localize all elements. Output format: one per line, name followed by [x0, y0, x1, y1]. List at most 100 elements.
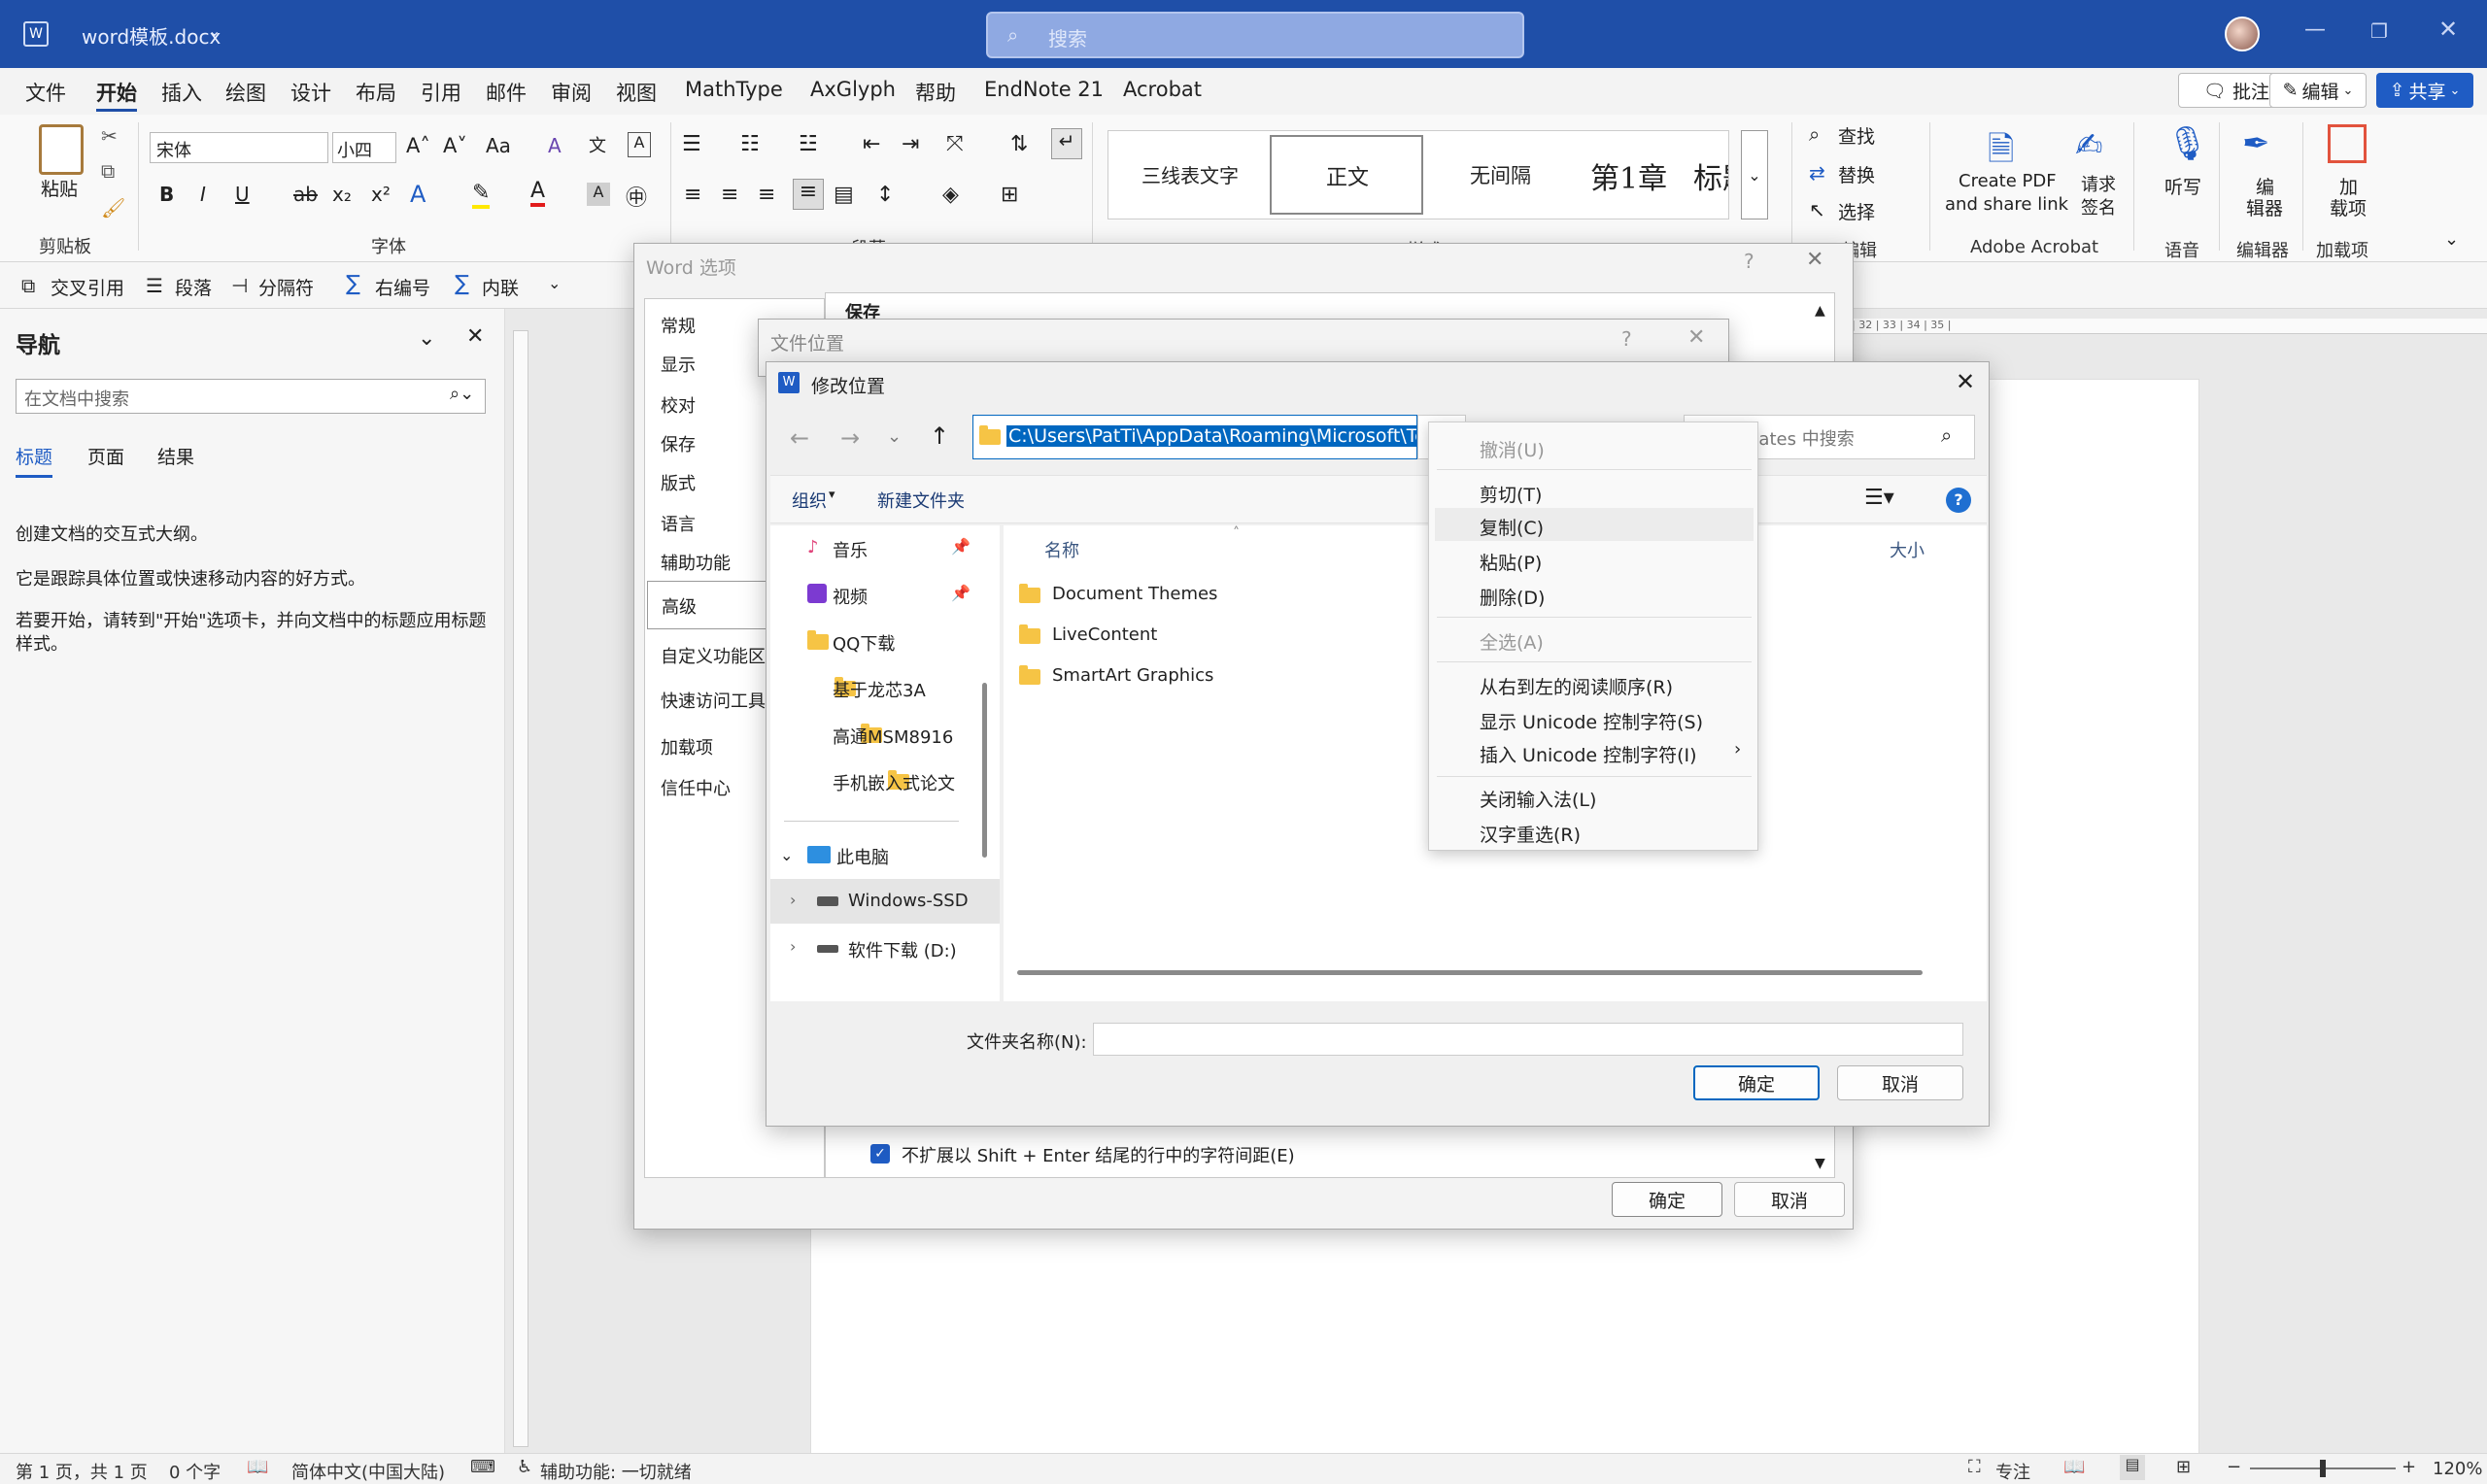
tree-item-qq[interactable]: QQ下载 [833, 630, 895, 656]
tree-item-loongson[interactable]: 基于龙芯3A [833, 677, 926, 702]
paste-button[interactable]: 粘贴 [41, 175, 78, 201]
tab-insert[interactable]: 插入 [161, 78, 202, 107]
tree-item-this-pc[interactable]: 此电脑 [836, 844, 889, 869]
format-painter-icon[interactable]: 🖌 [101, 196, 125, 219]
replace-button[interactable]: 替换 [1838, 161, 1875, 187]
line-spacing-icon[interactable]: ↕ [876, 183, 894, 207]
help-icon[interactable]: ? [1621, 327, 1632, 351]
tab-design[interactable]: 设计 [290, 78, 331, 107]
zoom-out-icon[interactable]: − [2227, 1457, 2241, 1477]
enclosed-char-icon[interactable]: ㊥ [626, 181, 647, 212]
menu-item-select-all[interactable]: 全选(A) [1480, 628, 1544, 655]
create-pdf-label[interactable]: Create PDF [1959, 171, 2057, 191]
break-button[interactable]: 分隔符 [258, 274, 314, 300]
menu-item-undo[interactable]: 撤消(U) [1480, 436, 1545, 462]
replace-icon[interactable]: ⇄ [1809, 161, 1825, 185]
distributed-icon[interactable]: ▤ [834, 183, 854, 207]
modify-cancel-button[interactable]: 取消 [1837, 1065, 1963, 1100]
nav-tab-results[interactable]: 结果 [157, 443, 194, 469]
sidebar-item-language[interactable]: 语言 [661, 511, 696, 536]
underline-icon[interactable]: U [235, 183, 250, 206]
page-count[interactable]: 第 1 页，共 1 页 [16, 1459, 148, 1484]
zoom-in-icon[interactable]: + [2402, 1457, 2416, 1477]
find-icon[interactable]: ⌕ [1809, 122, 1820, 146]
nav-search-input[interactable]: 在文档中搜索 ⌕⌄ [16, 379, 486, 414]
folder-name-input[interactable] [1093, 1023, 1963, 1056]
new-folder-button[interactable]: 新建文件夹 [877, 488, 965, 513]
document-name[interactable]: word模板.docx [82, 21, 221, 50]
font-name-select[interactable]: 宋体 [150, 132, 328, 163]
bold-icon[interactable]: B [159, 183, 174, 206]
clear-format-icon[interactable]: A [548, 134, 562, 157]
superscript-icon[interactable]: x² [371, 183, 391, 206]
ime-icon[interactable]: ⌨ [470, 1457, 495, 1477]
dictate-label[interactable]: 听写 [2164, 173, 2201, 199]
word-count[interactable]: 0 个字 [169, 1459, 221, 1484]
text-effects-icon[interactable]: A [410, 181, 426, 208]
restore-icon[interactable]: ❐ [2370, 19, 2388, 43]
menu-item-paste[interactable]: 粘贴(P) [1480, 549, 1542, 575]
tree-item-msm[interactable]: 高通MSM8916 [833, 724, 953, 749]
borders-icon[interactable]: ⊞ [1001, 183, 1018, 207]
tab-acrobat[interactable]: Acrobat [1123, 78, 1202, 101]
collapse-ribbon-icon[interactable]: ⌄ [2444, 229, 2459, 250]
chevron-down-icon[interactable]: ⌄ [780, 846, 793, 864]
tab-layout[interactable]: 布局 [356, 78, 396, 107]
tab-mailings[interactable]: 邮件 [486, 78, 527, 107]
decrease-indent-icon[interactable]: ⇤ [863, 132, 880, 156]
nav-tab-headings[interactable]: 标题 [16, 443, 53, 478]
numbering-icon[interactable]: ☷ [740, 132, 760, 156]
forward-icon[interactable]: → [840, 424, 860, 452]
paragraph-icon[interactable]: ☰ [146, 274, 163, 297]
subscript-icon[interactable]: x₂ [332, 183, 352, 206]
chevron-down-icon[interactable]: ⌄ [208, 21, 221, 40]
minimize-icon[interactable]: — [2304, 17, 2326, 42]
menu-item-delete[interactable]: 删除(D) [1480, 584, 1545, 610]
style-chapter[interactable]: 第1章 [1590, 154, 1667, 197]
editor-label-2[interactable]: 辑器 [2246, 194, 2283, 220]
addins-icon[interactable] [2328, 124, 2367, 163]
change-case-icon[interactable]: Aa [486, 134, 511, 157]
copy-icon[interactable]: ⧉ [101, 159, 115, 183]
cross-ref-button[interactable]: 交叉引用 [51, 274, 124, 300]
menu-item-insert-unicode[interactable]: 插入 Unicode 控制字符(I) [1480, 741, 1697, 767]
share-button[interactable]: ⇪ 共享 ⌄ [2376, 73, 2473, 108]
shading-icon[interactable]: ◈ [942, 183, 959, 207]
print-layout-icon[interactable]: ▤ [2120, 1455, 2145, 1480]
style-normal[interactable]: 正文 [1270, 135, 1423, 215]
list-item[interactable]: Document Themes [1019, 578, 1408, 613]
sidebar-item-general[interactable]: 常规 [661, 313, 696, 338]
column-header-size[interactable]: 大小 [1890, 537, 1925, 562]
focus-mode[interactable]: 专注 [1995, 1459, 2030, 1484]
shrink-font-icon[interactable]: A˅ [443, 134, 467, 157]
strikethrough-icon[interactable]: ab [293, 183, 318, 206]
menu-item-copy[interactable]: 复制(C) [1435, 508, 1754, 541]
chinese-layout-icon[interactable]: ⤧ [946, 132, 964, 156]
zoom-slider[interactable] [2250, 1460, 2396, 1477]
break-icon[interactable]: ⊣ [231, 274, 248, 297]
tree-item-d-drive[interactable]: 软件下载 (D:) [848, 937, 957, 962]
tab-home[interactable]: 开始 [96, 78, 137, 112]
chevron-right-icon[interactable]: › [790, 937, 796, 956]
help-icon[interactable]: ? [1946, 488, 1971, 513]
highlight-icon[interactable]: ✎ [472, 181, 491, 209]
scroll-up-icon[interactable]: ▲ [1815, 303, 1825, 319]
close-icon[interactable]: ✕ [2438, 16, 2458, 43]
zoom-level[interactable]: 120% [2433, 1459, 2482, 1479]
inline-equation-icon[interactable]: ∑ [455, 272, 469, 296]
sidebar-item-typography[interactable]: 版式 [661, 470, 696, 495]
pin-icon[interactable]: 📌 [951, 537, 971, 556]
sidebar-item-save[interactable]: 保存 [661, 431, 696, 456]
tree-item-windows-ssd[interactable]: › Windows-SSD [770, 879, 1000, 924]
close-icon[interactable]: ✕ [1806, 248, 1823, 272]
help-icon[interactable]: ? [1744, 250, 1755, 273]
request-sign-label[interactable]: 请求 [2081, 171, 2116, 196]
style-three-line-table[interactable]: 三线表文字 [1141, 160, 1239, 188]
tab-file[interactable]: 文件 [25, 78, 66, 107]
cancel-button[interactable]: 取消 [1734, 1182, 1845, 1217]
grow-font-icon[interactable]: A˄ [406, 134, 430, 157]
font-size-select[interactable]: 小四 [332, 132, 396, 163]
tab-endnote[interactable]: EndNote 21 [984, 78, 1104, 101]
zoom-thumb[interactable] [2320, 1460, 2326, 1477]
addins-label-2[interactable]: 载项 [2330, 194, 2367, 220]
